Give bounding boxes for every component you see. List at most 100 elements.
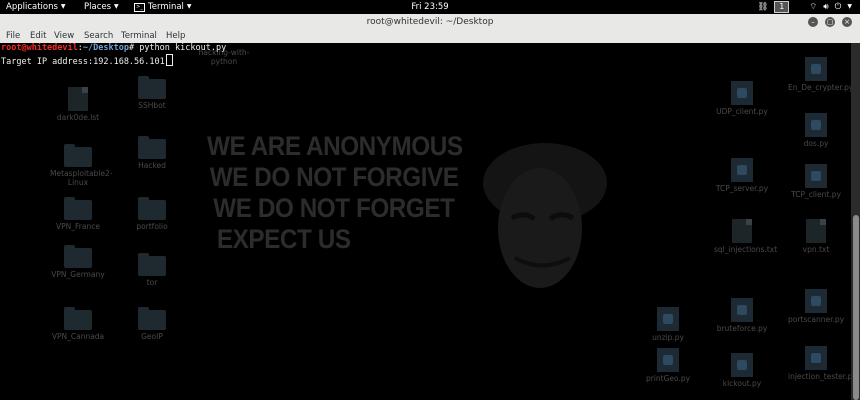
output-line: Target IP address:192.168.56.101 [1, 54, 226, 68]
desktop-py-icon[interactable]: unzip.py [640, 307, 696, 342]
python-file-icon [805, 164, 827, 188]
python-file-icon [805, 57, 827, 81]
wallpaper-text: WE ARE ANONYMOUS WE DO NOT FORGIVE WE DO… [207, 131, 463, 255]
text-file-icon [732, 219, 752, 243]
desktop-icon-label: GeoIP [141, 332, 163, 341]
desktop-icon-label: VPN_Cannada [51, 332, 105, 341]
workspace-indicator[interactable]: 1 [774, 1, 790, 13]
system-tray: ⛓ 1 ⌔ 🔊︎ ⏻ ▼ [757, 1, 852, 13]
python-file-icon [805, 346, 827, 370]
applications-label: Applications [6, 2, 58, 12]
desktop-folder-icon[interactable]: portfolio [124, 197, 180, 231]
menu-search[interactable]: Search [84, 30, 113, 43]
desktop-icon-label: bruteforce.py [716, 324, 768, 333]
desktop-py-icon[interactable]: TCP_server.py [714, 158, 770, 193]
wallpaper-line: WE DO NOT FORGET [213, 193, 455, 223]
scrollbar-thumb[interactable] [853, 215, 859, 400]
terminal-output[interactable]: root@whitedevil:~/Desktop# python kickou… [1, 43, 226, 68]
desktop-folder-icon[interactable]: VPN_Cannada [50, 307, 106, 341]
desktop-py-icon[interactable]: UDP_client.py [714, 81, 770, 116]
network-tray-icon[interactable]: ⛓ [757, 1, 768, 13]
desktop-icon-label: TCP_server.py [715, 184, 769, 193]
desktop-icon-label: dark0de.lst [56, 113, 100, 122]
folder-icon [138, 136, 166, 159]
terminal-app-label: Terminal [148, 2, 184, 12]
python-file-icon [805, 289, 827, 313]
applications-menu[interactable]: Applications ▼ [6, 1, 66, 13]
desktop-icon-label: portscanner.py [788, 315, 845, 324]
output-text: Target IP address:192.168.56.101 [1, 57, 165, 67]
python-file-icon [805, 113, 827, 137]
chevron-down-icon: ▼ [186, 3, 192, 10]
places-label: Places [84, 2, 112, 12]
places-menu[interactable]: Places ▼ [84, 1, 119, 13]
menu-file[interactable]: File [6, 30, 20, 43]
desktop-icon-label: SSHbot [138, 101, 166, 110]
desktop-folder-icon[interactable]: SSHbot [124, 76, 180, 110]
menu-edit[interactable]: Edit [30, 30, 46, 43]
menu-terminal[interactable]: Terminal [121, 30, 157, 43]
folder-icon [138, 76, 166, 99]
desktop-icon-label: vpn.txt [802, 245, 830, 254]
desktop-file-icon[interactable]: sql_injections.txt [714, 219, 777, 254]
close-button[interactable]: × [842, 17, 852, 27]
desktop-icon-label: printGeo.py [645, 374, 691, 383]
desktop-icon-label: En_De_crypter.py [788, 83, 851, 92]
desktop-py-icon[interactable]: kickout.py [714, 353, 770, 388]
desktop-icon-label: portfolio [136, 222, 168, 231]
desktop-icon-label: kickout.py [722, 379, 762, 388]
desktop-py-icon[interactable]: printGeo.py [640, 348, 696, 383]
desktop-folder-icon[interactable]: tor [124, 253, 180, 287]
desktop-icon-label: tor [146, 278, 158, 287]
clock: Fri 23:59 [0, 1, 860, 13]
desktop-file-icon[interactable]: dark0de.lst [50, 87, 106, 122]
wifi-icon[interactable]: ⌔ [809, 1, 817, 13]
menu-view[interactable]: View [54, 30, 74, 43]
terminal-app-menu[interactable]: >_ Terminal ▼ [134, 1, 192, 13]
desktop-py-icon[interactable]: bruteforce.py [714, 298, 770, 333]
desktop-py-icon[interactable]: TCP_client.py [788, 164, 844, 199]
volume-icon[interactable]: 🔊︎ [823, 1, 828, 13]
desktop-icon-label: VPN_Germany [51, 270, 105, 279]
menu-bar: File Edit View Search Terminal Help [0, 30, 860, 43]
desktop-folder-icon[interactable]: Metasploitable2-Linux [50, 144, 113, 187]
desktop-py-icon[interactable]: dos.py [788, 113, 844, 148]
terminal-scrollbar[interactable] [851, 43, 860, 400]
desktop-folder-icon[interactable]: Hacked [124, 136, 180, 170]
menu-help[interactable]: Help [166, 30, 185, 43]
python-file-icon [657, 307, 679, 331]
python-file-icon [731, 81, 753, 105]
window-titlebar[interactable]: root@whitedevil: ~/Desktop – ▢ × [0, 14, 860, 31]
window-title: root@whitedevil: ~/Desktop [366, 17, 494, 27]
folder-icon [138, 307, 166, 330]
minimize-button[interactable]: – [808, 17, 818, 27]
desktop-file-icon[interactable]: vpn.txt [788, 219, 844, 254]
desktop-folder-icon[interactable]: VPN_Germany [50, 245, 106, 279]
top-panel: Applications ▼ Places ▼ >_ Terminal ▼ Fr… [0, 0, 860, 14]
text-cursor [165, 54, 173, 66]
chevron-down-icon[interactable]: ▼ [847, 1, 852, 13]
desktop-icon-label: UDP_client.py [716, 107, 768, 116]
maximize-button[interactable]: ▢ [825, 17, 835, 27]
python-file-icon [657, 348, 679, 372]
desktop-folder-icon[interactable]: VPN_France [50, 197, 106, 231]
desktop-py-icon[interactable]: En_De_crypter.py [788, 57, 851, 92]
power-icon[interactable]: ⏻ [835, 1, 842, 13]
desktop-icon-label: injection_tester.py [788, 372, 851, 381]
desktop-icon-label: VPN_France [56, 222, 100, 231]
prompt-path: ~/Desktop [82, 43, 129, 53]
desktop-folder-icon[interactable]: GeoIP [124, 307, 180, 341]
desktop-wallpaper: WE ARE ANONYMOUS WE DO NOT FORGIVE WE DO… [0, 43, 851, 400]
clock-label[interactable]: Fri 23:59 [411, 2, 448, 12]
desktop-icon-label: Hacked [138, 161, 166, 170]
desktop-icon-label: dos.py [803, 139, 829, 148]
desktop-py-icon[interactable]: injection_tester.py [788, 346, 851, 381]
terminal-icon: >_ [134, 2, 145, 12]
desktop-py-icon[interactable]: portscanner.py [788, 289, 844, 324]
terminal-area[interactable]: WE ARE ANONYMOUS WE DO NOT FORGIVE WE DO… [0, 43, 851, 400]
anonymous-mask-icon [483, 143, 607, 288]
python-file-icon [731, 353, 753, 377]
folder-icon [64, 144, 92, 167]
chevron-down-icon: ▼ [114, 3, 119, 10]
wallpaper-line: WE ARE ANONYMOUS [207, 131, 463, 161]
